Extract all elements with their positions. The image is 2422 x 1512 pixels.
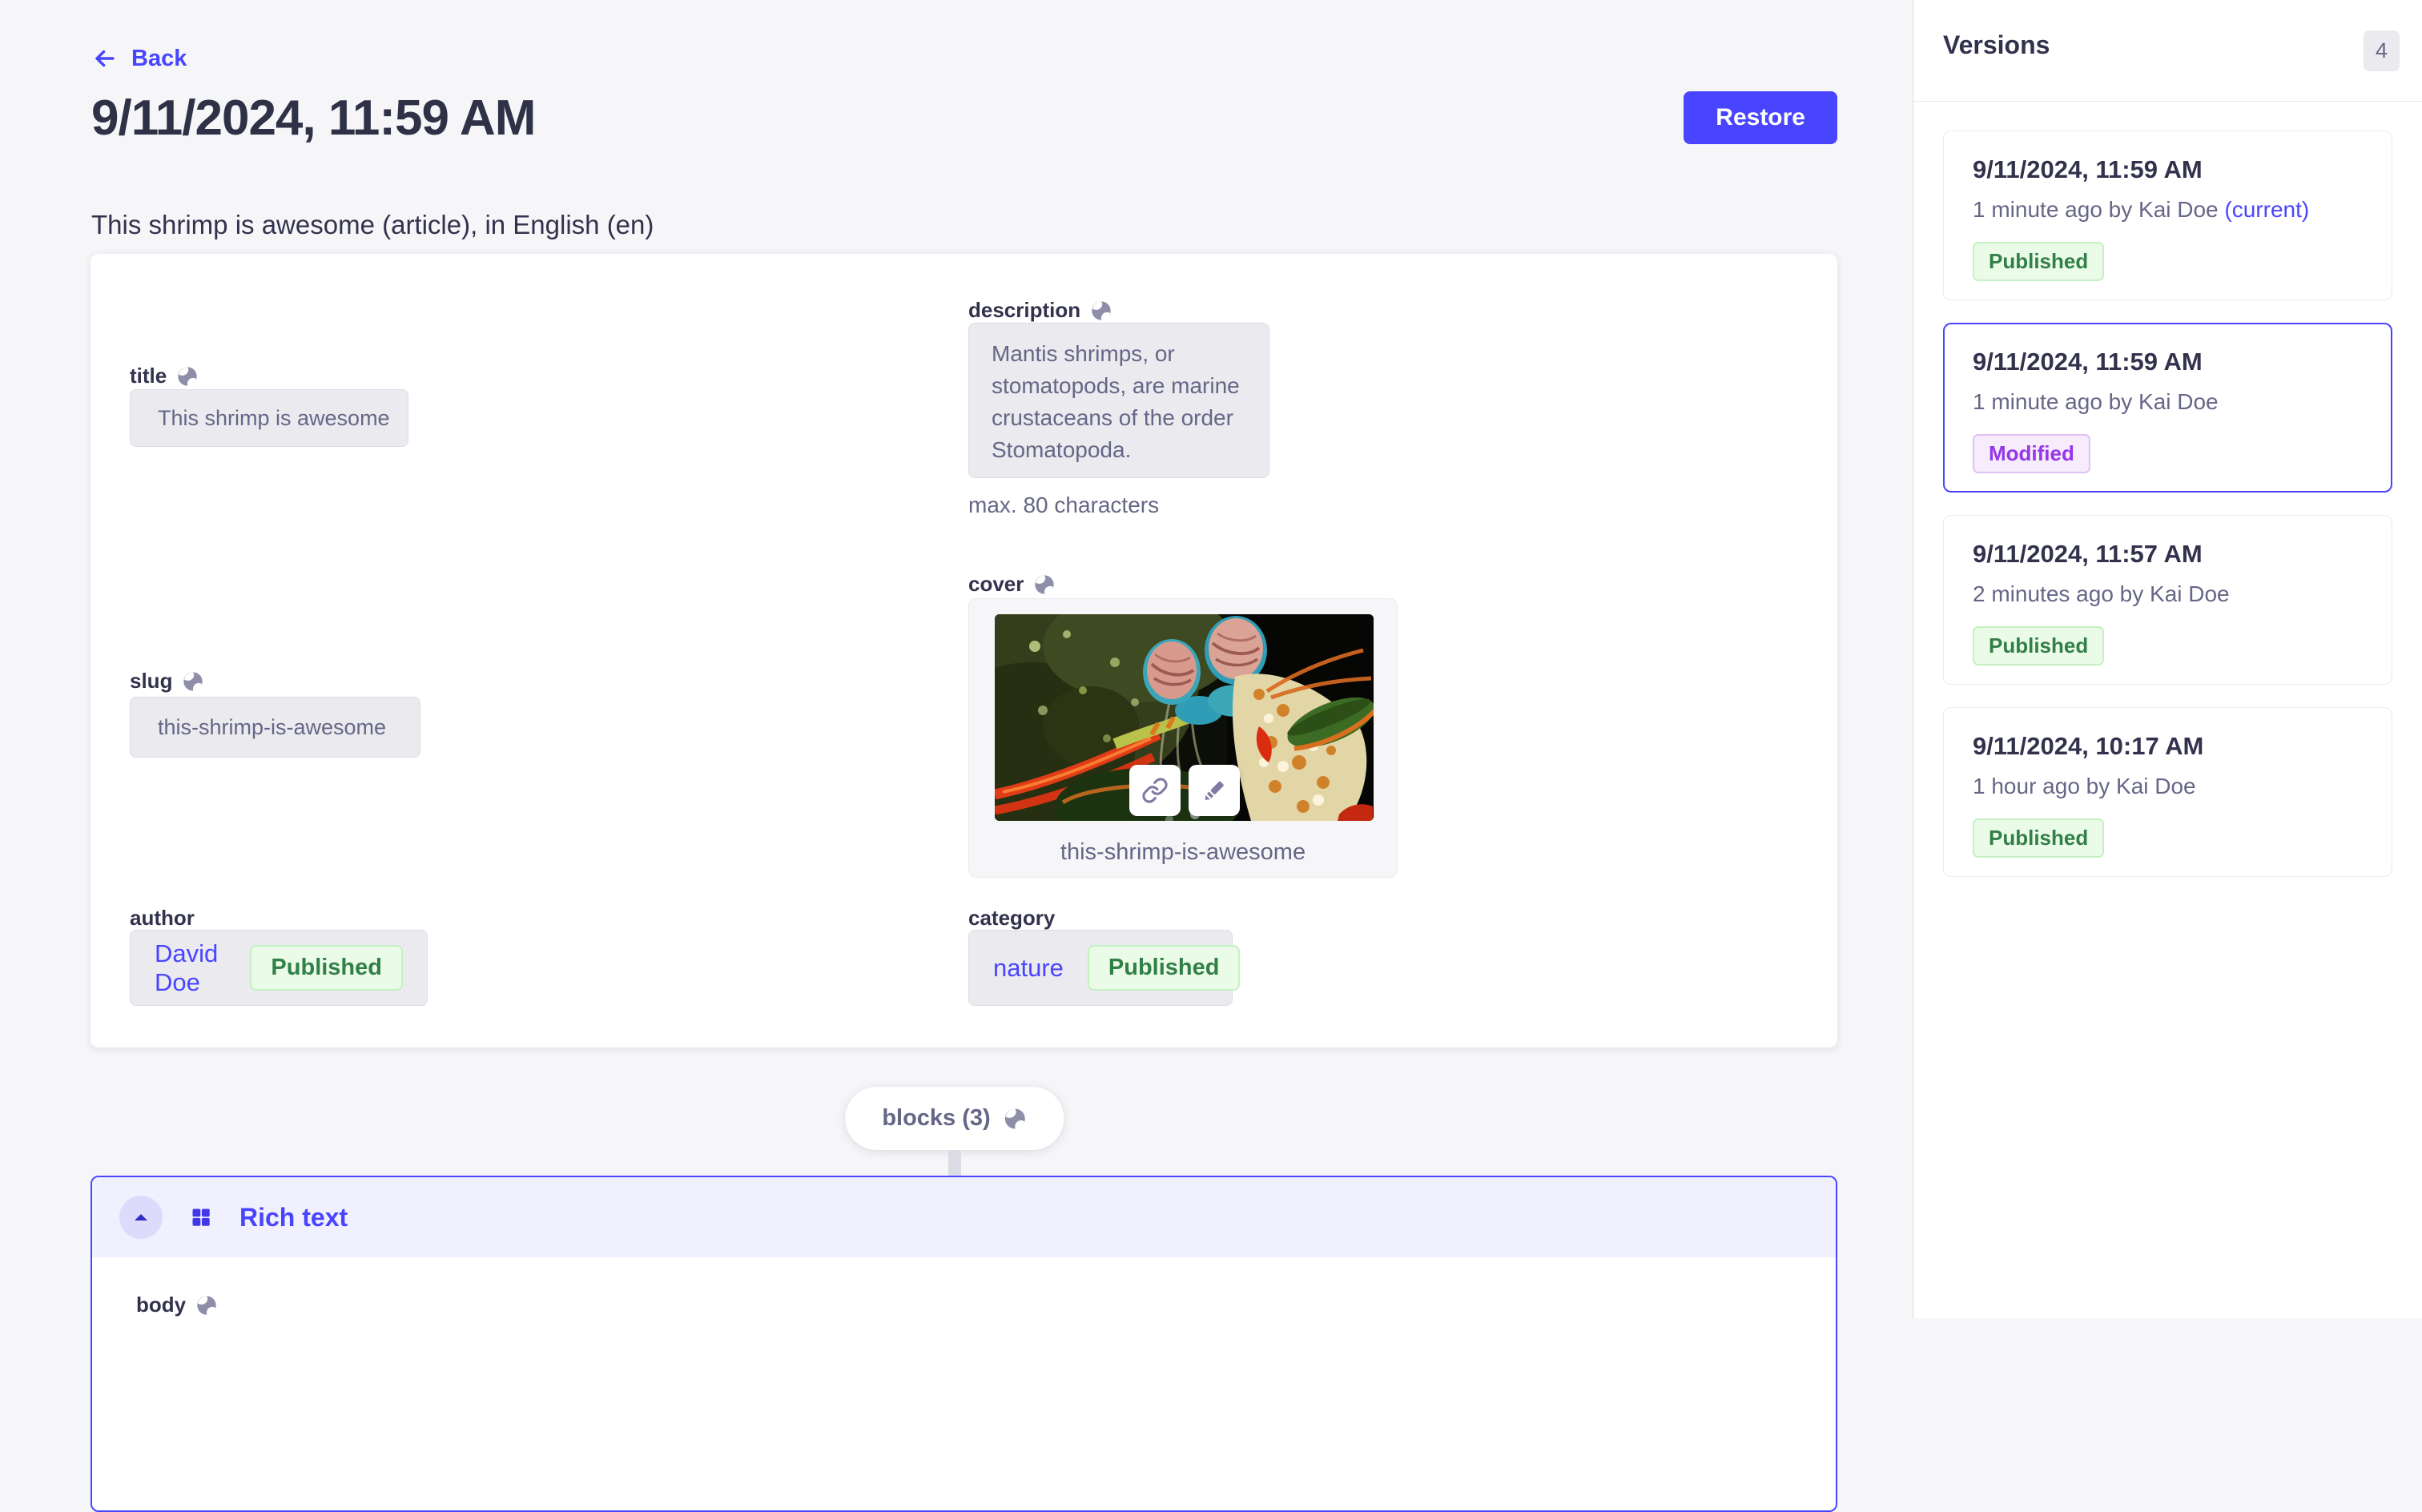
body-field-label: body xyxy=(136,1293,218,1317)
author-link[interactable]: David Doe xyxy=(155,939,226,997)
description-hint: max. 80 characters xyxy=(968,493,1159,518)
version-card[interactable]: 9/11/2024, 11:57 AM 2 minutes ago by Kai… xyxy=(1943,515,2392,685)
restore-button[interactable]: Restore xyxy=(1684,91,1837,144)
version-form-card: title This shrimp is awesome description… xyxy=(91,254,1837,1048)
versions-sidebar: Versions 4 9/11/2024, 11:59 AM 1 minute … xyxy=(1913,0,2422,1318)
cover-field-label: cover xyxy=(968,572,1056,597)
grid-icon xyxy=(190,1206,212,1228)
globe-icon xyxy=(1090,300,1112,322)
cover-edit-button[interactable] xyxy=(1189,765,1240,816)
cover-label-text: cover xyxy=(968,572,1024,597)
blocks-pill-button[interactable]: blocks (3) xyxy=(845,1087,1064,1150)
version-date: 9/11/2024, 10:17 AM xyxy=(1973,732,2363,761)
version-meta: 2 minutes ago by Kai Doe xyxy=(1973,581,2363,607)
versions-header: Versions 4 xyxy=(1913,0,2422,102)
versions-count-badge: 4 xyxy=(2364,30,2400,71)
globe-icon xyxy=(195,1294,218,1317)
caret-up-icon xyxy=(131,1208,151,1227)
version-meta-text: 1 minute ago by Kai Doe xyxy=(1973,389,2219,414)
versions-title: Versions xyxy=(1943,30,2050,60)
version-meta: 1 minute ago by Kai Doe (current) xyxy=(1973,197,2363,223)
versions-list: 9/11/2024, 11:59 AM 1 minute ago by Kai … xyxy=(1913,102,2422,906)
cover-image xyxy=(995,614,1374,821)
version-card[interactable]: 9/11/2024, 11:59 AM 1 minute ago by Kai … xyxy=(1943,131,2392,300)
category-label-text: category xyxy=(968,906,1055,931)
category-link[interactable]: nature xyxy=(993,954,1064,983)
link-icon xyxy=(1141,777,1169,804)
slug-input: this-shrimp-is-awesome xyxy=(130,697,420,758)
globe-icon xyxy=(1004,1107,1028,1131)
author-status-badge: Published xyxy=(250,945,403,991)
cover-actions xyxy=(1129,765,1240,816)
category-status-badge: Published xyxy=(1088,945,1241,991)
description-textarea: Mantis shrimps, or stomatopods, are mari… xyxy=(968,323,1269,478)
globe-icon xyxy=(176,365,199,388)
version-meta-text: 2 minutes ago by Kai Doe xyxy=(1973,581,2230,606)
blocks-connector-line xyxy=(948,1150,961,1176)
version-meta: 1 hour ago by Kai Doe xyxy=(1973,774,2363,799)
description-label-text: description xyxy=(968,298,1080,323)
rich-text-block-header: Rich text xyxy=(92,1177,1836,1257)
blocks-pill-label: blocks (3) xyxy=(882,1105,990,1132)
globe-icon xyxy=(182,670,204,693)
arrow-left-icon xyxy=(91,45,119,72)
version-card-selected[interactable]: 9/11/2024, 11:59 AM 1 minute ago by Kai … xyxy=(1943,323,2392,493)
title-label-text: title xyxy=(130,364,167,388)
version-date: 9/11/2024, 11:57 AM xyxy=(1973,540,2363,569)
status-badge: Published xyxy=(1973,626,2104,666)
version-meta: 1 minute ago by Kai Doe xyxy=(1973,389,2363,415)
category-field-label: category xyxy=(968,906,1055,931)
rich-text-block: Rich text body xyxy=(91,1176,1837,1512)
version-card[interactable]: 9/11/2024, 10:17 AM 1 hour ago by Kai Do… xyxy=(1943,707,2392,877)
author-label-text: author xyxy=(130,906,195,931)
cover-copy-link-button[interactable] xyxy=(1129,765,1181,816)
category-relation-box: nature Published xyxy=(968,930,1233,1006)
cover-media-card: this-shrimp-is-awesome xyxy=(968,598,1398,878)
slug-label-text: slug xyxy=(130,669,172,694)
author-field-label: author xyxy=(130,906,195,931)
page-subtitle: This shrimp is awesome (article), in Eng… xyxy=(91,210,654,240)
page-title: 9/11/2024, 11:59 AM xyxy=(91,90,535,147)
title-field-label: title xyxy=(130,364,199,388)
title-input: This shrimp is awesome xyxy=(130,389,408,447)
pencil-icon xyxy=(1201,777,1228,804)
version-meta-text: 1 hour ago by Kai Doe xyxy=(1973,774,2196,798)
current-version-label: (current) xyxy=(2224,197,2309,222)
rich-text-block-title: Rich text xyxy=(239,1203,348,1233)
globe-icon xyxy=(1033,573,1056,596)
back-label: Back xyxy=(131,46,187,72)
author-relation-box: David Doe Published xyxy=(130,930,428,1006)
description-field-label: description xyxy=(968,298,1112,323)
body-label-text: body xyxy=(136,1293,186,1317)
back-link[interactable]: Back xyxy=(91,45,187,72)
status-badge: Modified xyxy=(1973,434,2090,473)
version-meta-text: 1 minute ago by Kai Doe xyxy=(1973,197,2219,222)
cover-filename: this-shrimp-is-awesome xyxy=(969,839,1397,866)
version-date: 9/11/2024, 11:59 AM xyxy=(1973,155,2363,184)
version-date: 9/11/2024, 11:59 AM xyxy=(1973,348,2363,376)
slug-field-label: slug xyxy=(130,669,204,694)
collapse-block-button[interactable] xyxy=(119,1196,163,1239)
status-badge: Published xyxy=(1973,242,2104,281)
status-badge: Published xyxy=(1973,818,2104,858)
